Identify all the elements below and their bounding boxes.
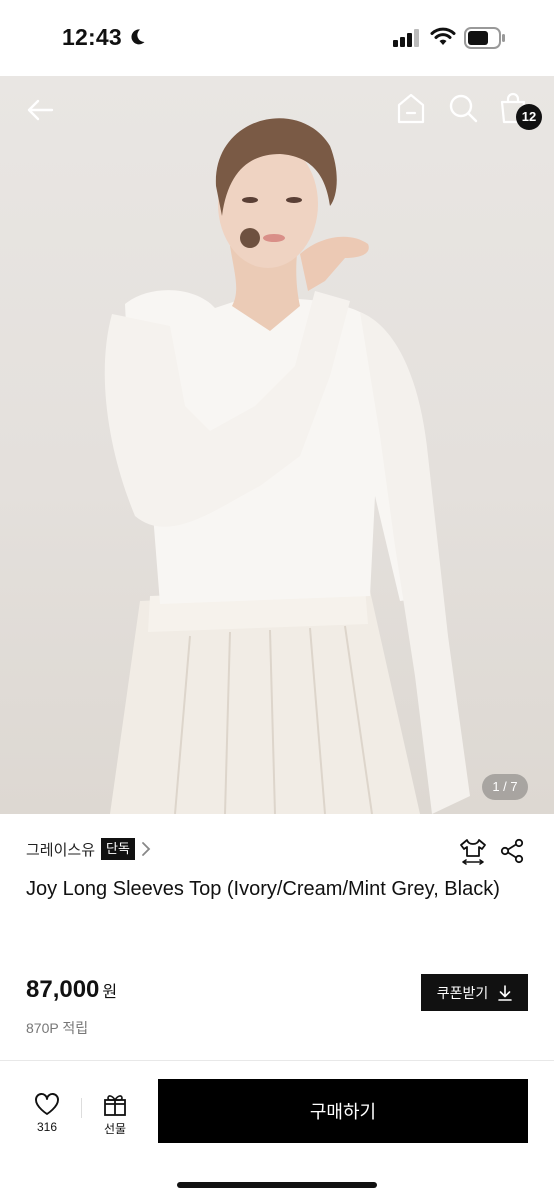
status-bar: 12:43 [0, 0, 554, 76]
chevron-right-icon [142, 842, 151, 856]
gift-label: 선물 [103, 1122, 127, 1136]
reward-points: 870P 적립 [26, 1020, 89, 1036]
gift-icon [104, 1095, 126, 1116]
product-photo [104, 118, 470, 814]
currency: 원 [102, 984, 118, 1001]
exclusive-badge: 단독 [101, 838, 135, 860]
battery-icon [464, 27, 505, 49]
image-counter: 1 / 7 [482, 774, 528, 800]
search-icon[interactable] [448, 93, 478, 123]
moon-icon [131, 29, 145, 45]
signal-icon [393, 29, 419, 47]
brand-name: 그레이스유 [26, 841, 96, 859]
heart-icon [35, 1093, 59, 1115]
size-guide-icon[interactable] [458, 836, 488, 866]
cart-count-badge: 12 [516, 104, 542, 130]
coupon-download-button[interactable]: 쿠폰받기 [421, 974, 528, 1011]
buy-button[interactable]: 구매하기 [158, 1079, 528, 1143]
wifi-icon [430, 27, 456, 45]
price: 87,000 [26, 976, 100, 1003]
download-icon [498, 984, 513, 1001]
gift-button[interactable]: 선물 [94, 1090, 136, 1140]
like-button[interactable]: 316 [26, 1090, 68, 1140]
share-icon[interactable] [499, 838, 525, 864]
product-title: Joy Long Sleeves Top (Ivory/Cream/Mint G… [26, 878, 500, 900]
like-count: 316 [36, 1120, 58, 1134]
back-arrow-icon[interactable] [24, 94, 56, 126]
divider [81, 1098, 82, 1118]
home-icon[interactable] [396, 92, 426, 124]
product-image-gallery[interactable]: 12 1 / 7 [0, 76, 554, 814]
price-row: 87,000 원 [26, 976, 117, 1004]
home-indicator [177, 1182, 377, 1188]
status-time: 12:43 [62, 24, 122, 50]
coupon-label: 쿠폰받기 [436, 984, 489, 1001]
divider [0, 1060, 554, 1061]
brand-link[interactable]: 그레이스유 단독 [26, 836, 151, 862]
